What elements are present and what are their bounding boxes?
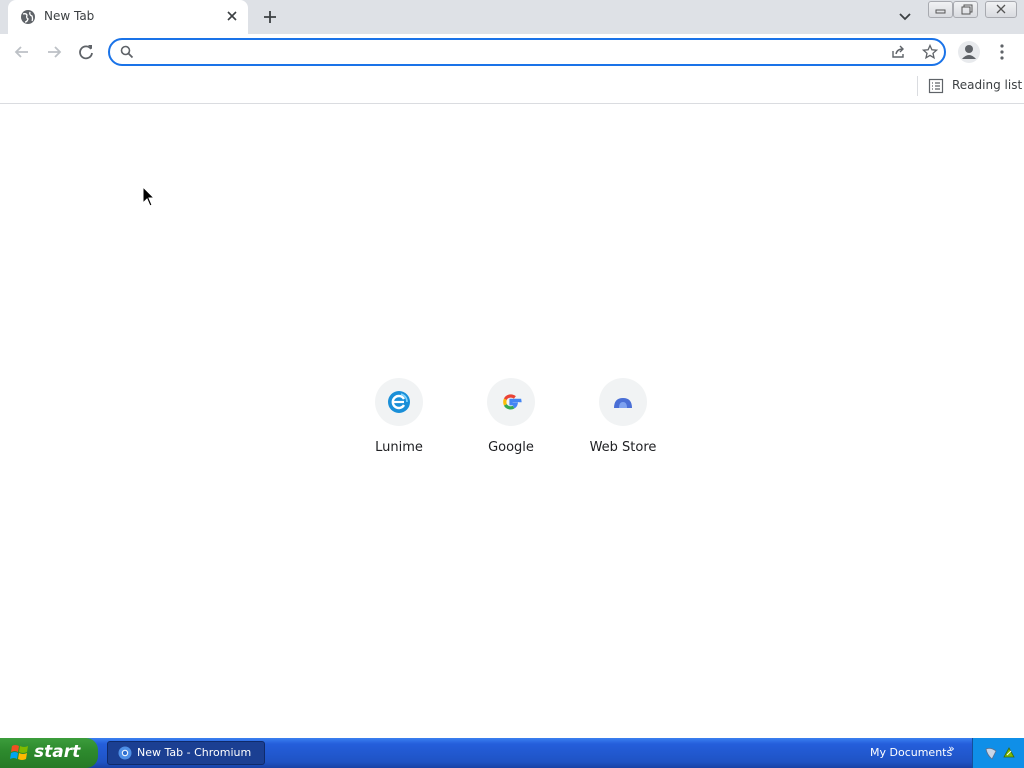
chevron-down-icon[interactable] xyxy=(896,8,914,26)
star-icon[interactable] xyxy=(922,44,938,60)
webstore-icon xyxy=(614,398,632,408)
reading-list-icon xyxy=(928,78,944,94)
arrow-right-icon[interactable] xyxy=(43,41,65,63)
globe-icon xyxy=(21,10,35,24)
profile-button[interactable] xyxy=(958,41,980,63)
mouse-cursor-icon xyxy=(142,186,156,207)
minimize-button[interactable] xyxy=(928,1,953,18)
lunime-icon xyxy=(388,391,410,413)
omnibox[interactable] xyxy=(108,38,946,66)
toolbar-expand-icon[interactable]: » xyxy=(948,742,955,755)
google-icon xyxy=(503,394,522,410)
chromium-icon xyxy=(118,746,132,760)
omnibox-input[interactable] xyxy=(142,43,886,63)
tray-network-icon[interactable] xyxy=(1001,745,1017,761)
taskbar: start New Tab - Chromium My Documents » xyxy=(0,738,1024,768)
shortcut-icon-circle xyxy=(599,378,647,426)
close-icon xyxy=(996,4,1006,14)
shortcut-label: Web Store xyxy=(589,440,657,455)
shortcut-icon-circle xyxy=(487,378,535,426)
windows-flag-icon xyxy=(10,745,28,760)
restore-button[interactable] xyxy=(953,1,978,18)
tab-title: New Tab xyxy=(44,9,95,23)
person-icon xyxy=(962,45,976,59)
shortcut-label: Google xyxy=(488,440,534,455)
taskbar-item-label: New Tab - Chromium xyxy=(137,746,252,759)
window-close-button[interactable] xyxy=(985,1,1017,18)
restore-icon xyxy=(961,4,973,15)
shortcut-web-store[interactable]: Web Store xyxy=(567,374,679,464)
taskbar-item-chromium[interactable]: New Tab - Chromium xyxy=(107,741,265,765)
start-label: start xyxy=(34,742,81,762)
arrow-left-icon[interactable] xyxy=(11,41,33,63)
bookmarks-bar: Reading list xyxy=(0,70,1024,104)
shortcut-google[interactable]: Google xyxy=(455,374,567,464)
close-icon[interactable] xyxy=(224,8,240,24)
reload-icon[interactable] xyxy=(75,41,97,63)
system-tray xyxy=(972,738,1024,768)
tab-strip: New Tab xyxy=(0,0,1024,34)
search-icon xyxy=(120,45,134,59)
bookmarks-separator xyxy=(917,76,918,96)
kebab-menu-icon[interactable] xyxy=(993,43,1011,61)
reading-list-label: Reading list xyxy=(952,78,1023,92)
tray-icon[interactable] xyxy=(983,745,999,761)
plus-icon[interactable] xyxy=(260,7,280,27)
minimize-icon xyxy=(935,9,946,14)
shortcut-icon-circle xyxy=(375,378,423,426)
shortcut-label: Lunime xyxy=(375,440,423,455)
shortcut-lunime[interactable]: Lunime xyxy=(343,374,455,464)
share-icon[interactable] xyxy=(890,44,906,60)
start-button[interactable]: start xyxy=(0,738,98,768)
my-documents-toolbar[interactable]: My Documents xyxy=(870,746,952,759)
tab-new-tab[interactable]: New Tab xyxy=(8,0,248,34)
